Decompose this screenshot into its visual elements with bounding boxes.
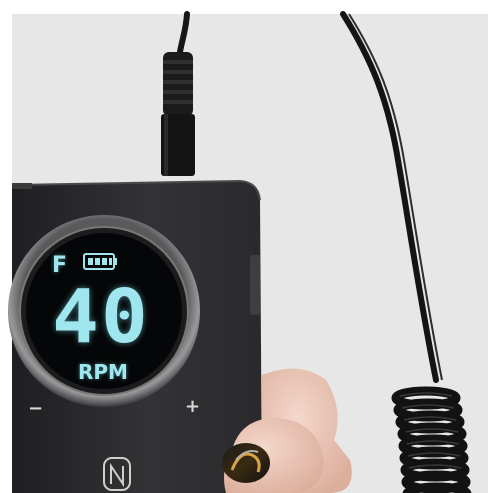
product-photo: F 40 RPM − +	[0, 0, 489, 493]
display-screen	[26, 233, 182, 389]
plug-strain-relief	[161, 52, 195, 176]
side-slot	[250, 255, 260, 315]
painted-nail	[222, 443, 270, 483]
device-photo	[0, 0, 489, 493]
